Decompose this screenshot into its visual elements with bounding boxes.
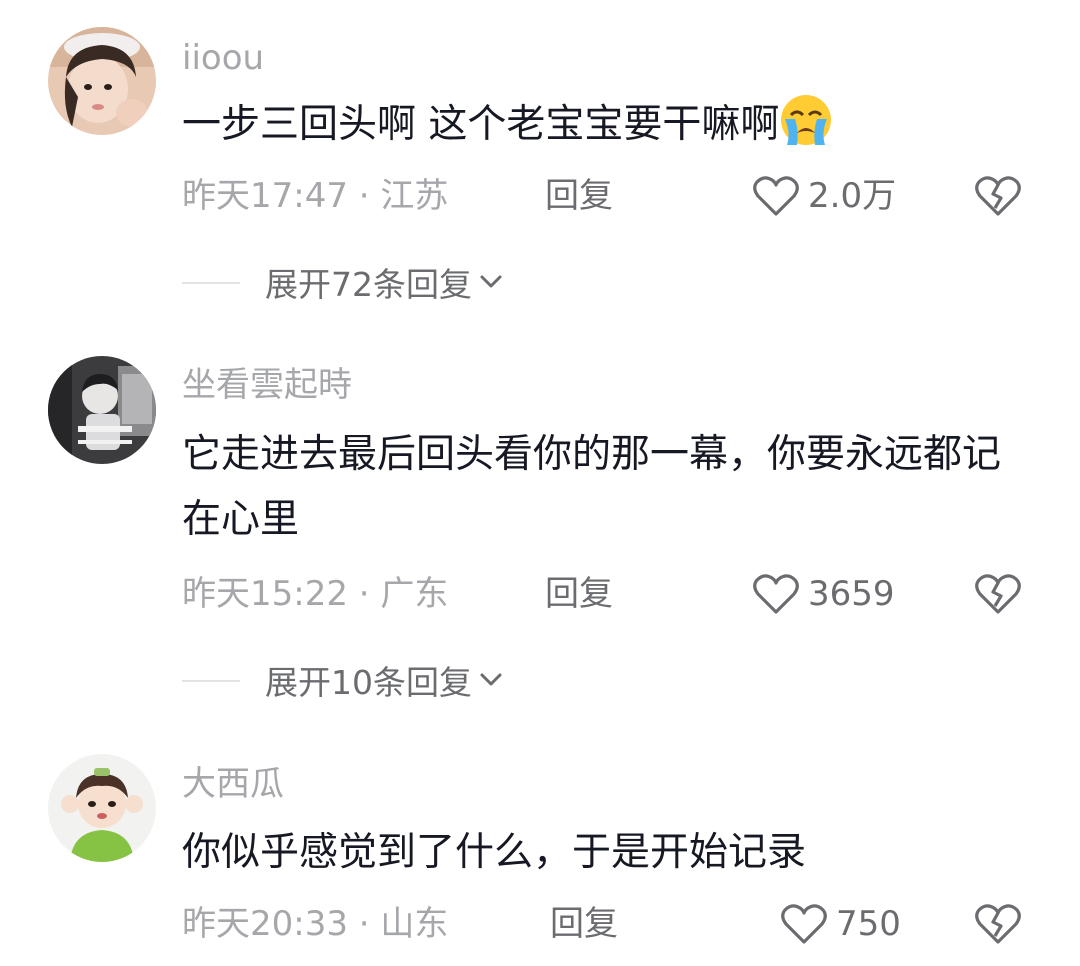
reply-button[interactable]: 回复 <box>545 566 613 622</box>
time-location: 昨天20:33 · 山东 <box>182 904 449 944</box>
comment-text: 你似乎感觉到了什么，于是开始记录 <box>182 830 807 875</box>
username[interactable]: 大西瓜 <box>182 762 284 806</box>
heart-icon <box>753 574 799 614</box>
user-avatar[interactable] <box>48 356 156 464</box>
expand-replies-button[interactable]: 展开72条回复 <box>265 257 506 307</box>
divider <box>182 282 240 284</box>
chevron-down-icon <box>480 275 502 288</box>
dislike-button[interactable] <box>974 566 1022 622</box>
expand-replies-button[interactable]: 展开10条回复 <box>265 655 506 705</box>
like-button[interactable]: 750 <box>780 896 901 952</box>
like-button[interactable]: 2.0万 <box>752 168 896 224</box>
broken-heart-icon <box>975 904 1021 944</box>
loudly-crying-face-icon <box>781 95 832 145</box>
comment-item: iioou 一步三回头啊 这个老宝宝要干嘛啊 昨天17:47 · 江苏 回复 2… <box>0 0 1080 320</box>
reply-button[interactable]: 回复 <box>545 168 613 224</box>
comment-text-body: 一步三回头啊 这个老宝宝要干嘛啊 <box>182 102 780 147</box>
like-button[interactable]: 3659 <box>752 566 895 622</box>
username[interactable]: iioou <box>182 36 264 80</box>
heart-icon <box>753 176 799 216</box>
time-location: 昨天15:22 · 广东 <box>182 574 449 614</box>
reply-button[interactable]: 回复 <box>550 896 618 952</box>
comment-meta: 昨天20:33 · 山东 回复 750 <box>0 896 1080 952</box>
broken-heart-icon <box>975 574 1021 614</box>
expand-replies-row: 展开72条回复 <box>0 257 1080 307</box>
chevron-down-icon <box>480 673 502 686</box>
user-avatar[interactable] <box>48 27 156 135</box>
time-location: 昨天17:47 · 江苏 <box>182 176 449 216</box>
username[interactable]: 坐看雲起時 <box>182 363 352 407</box>
expand-replies-label: 展开72条回复 <box>265 265 472 304</box>
comment-text: 它走进去最后回头看你的那一幕，你要永远都记在心里 <box>182 432 1002 542</box>
expand-replies-row: 展开10条回复 <box>0 655 1080 705</box>
like-count: 2.0万 <box>808 176 897 216</box>
comment-text: 一步三回头啊 这个老宝宝要干嘛啊 <box>182 92 1042 157</box>
dislike-button[interactable] <box>974 896 1022 952</box>
expand-replies-label: 展开10条回复 <box>265 663 472 702</box>
divider <box>182 680 240 682</box>
like-count: 750 <box>836 904 901 944</box>
heart-icon <box>781 904 827 944</box>
comment-meta: 昨天15:22 · 广东 回复 3659 <box>0 566 1080 622</box>
like-count: 3659 <box>808 574 895 614</box>
comment-meta: 昨天17:47 · 江苏 回复 2.0万 <box>0 168 1080 224</box>
dislike-button[interactable] <box>974 168 1022 224</box>
user-avatar[interactable] <box>48 754 156 862</box>
broken-heart-icon <box>975 176 1021 216</box>
